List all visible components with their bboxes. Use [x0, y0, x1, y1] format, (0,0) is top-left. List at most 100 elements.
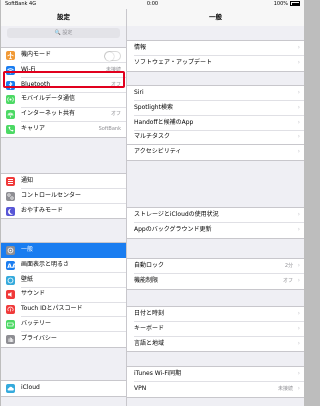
sidebar-item-label: モバイルデータ通信: [21, 95, 76, 103]
chevron-right-icon: ›: [297, 58, 300, 66]
sidebar-item[interactable]: 壁紙: [1, 273, 126, 288]
sidebar-group: iCloud: [1, 380, 126, 397]
notifications-icon: [6, 177, 15, 186]
battery-icon: [6, 319, 15, 329]
sidebar-item[interactable]: プライバシー: [1, 332, 126, 347]
sidebar-item[interactable]: コントロールセンター: [1, 189, 126, 204]
settings-row[interactable]: ストレージとiCloudの使用状況 ›: [127, 208, 304, 223]
chevron-right-icon: ›: [297, 118, 300, 126]
chevron-right-icon: ›: [297, 103, 300, 111]
settings-row-label: iTunes Wi-Fi同期: [134, 370, 182, 377]
sidebar-item[interactable]: iCloud: [1, 381, 126, 396]
settings-group: iTunes Wi-Fi同期 › VPN 未接続 ›: [127, 366, 304, 398]
cellular-icon: [6, 95, 15, 105]
hand-icon: [6, 334, 15, 344]
settings-row[interactable]: キーボード ›: [127, 322, 304, 337]
sidebar-item-label: バッテリー: [21, 319, 52, 327]
screen: SoftBank 4G 0:00 100% 設定 🔍 設定 機内モード Wi-Fi…: [1, 0, 304, 406]
sidebar-item[interactable]: おやすみモード: [1, 204, 126, 219]
sidebar-item[interactable]: 機内モード: [1, 48, 126, 63]
settings-row[interactable]: 自動ロック 2分 ›: [127, 259, 304, 274]
settings-row-label: 言語と地域: [134, 339, 165, 347]
ipad-frame: SoftBank 4G 0:00 100% 設定 🔍 設定 機内モード Wi-Fi…: [0, 0, 305, 406]
sidebar-item[interactable]: モバイルデータ通信: [1, 92, 126, 108]
settings-row-label: VPN: [134, 384, 147, 392]
gear-icon: [6, 246, 15, 255]
chevron-right-icon: ›: [297, 339, 300, 347]
settings-row[interactable]: Spotlight検索 ›: [127, 101, 304, 116]
chevron-right-icon: ›: [297, 276, 300, 284]
sound-icon: [6, 290, 15, 300]
sidebar-item[interactable]: 一般: [1, 243, 126, 258]
settings-row-label: Handoffと候補のApp: [134, 118, 194, 126]
chevron-right-icon: ›: [297, 148, 300, 155]
settings-row[interactable]: マルチタスク ›: [127, 130, 304, 145]
general-detail-pane: 一般 情報 › ソフトウェア・アップデート › Siri › Spotlight検索 › Han…: [127, 9, 304, 406]
settings-row-label: ソフトウェア・アップデート: [134, 58, 213, 66]
settings-row[interactable]: 情報 ›: [127, 41, 304, 56]
phone-icon: [6, 124, 15, 134]
settings-row[interactable]: Appのバックグラウンド更新 ›: [127, 223, 304, 238]
settings-row[interactable]: ソフトウェア・アップデート ›: [127, 56, 304, 71]
settings-row[interactable]: 言語と地域 ›: [127, 337, 304, 352]
chevron-right-icon: ›: [297, 89, 300, 96]
sidebar-item[interactable]: インターネット共有 オフ: [1, 107, 126, 122]
sidebar-item[interactable]: AA 画面表示と明るさ: [1, 258, 126, 273]
settings-row[interactable]: 日付と時刻 ›: [127, 307, 304, 322]
sidebar-item-label: 壁紙: [21, 275, 34, 283]
sidebar-item[interactable]: キャリア SoftBank: [1, 122, 126, 137]
sidebar-item-label: Touch IDとパスコード: [21, 305, 83, 313]
chevron-right-icon: ›: [297, 133, 300, 141]
chevron-right-icon: ›: [297, 262, 300, 269]
brightness-icon: AA: [6, 260, 15, 270]
settings-row-label: Spotlight検索: [134, 103, 173, 111]
airplane-mode-toggle[interactable]: [104, 50, 121, 61]
settings-row-label: キーボード: [134, 324, 165, 332]
sidebar-item[interactable]: サウンド: [1, 287, 126, 303]
settings-row-label: 情報: [134, 44, 147, 51]
search-field[interactable]: 🔍 設定: [7, 28, 120, 38]
sidebar-item[interactable]: バッテリー: [1, 317, 126, 332]
wallpaper-icon: [6, 275, 15, 285]
chevron-right-icon: ›: [297, 44, 300, 51]
sidebar-item[interactable]: Touch IDとパスコード: [1, 302, 126, 317]
settings-row-label: 機能制限: [134, 276, 159, 284]
sidebar-group: 一般 AA 画面表示と明るさ壁紙サウンド Touch IDとパスコードバッテリープライ…: [1, 242, 126, 348]
chevron-right-icon: ›: [297, 384, 300, 392]
moon-icon: [6, 206, 15, 216]
settings-group: アクセシビリティ ›: [127, 144, 304, 161]
sidebar-group: 機内モード Wi-Fi 未接続 Bluetooth オフ モバイルデータ通信 インターネット…: [1, 47, 126, 138]
settings-group: 日付と時刻 › キーボード › 言語と地域 ›: [127, 306, 304, 353]
sidebar-title: 設定: [1, 9, 126, 26]
settings-row-label: Appのバックグラウンド更新: [134, 225, 212, 233]
settings-group: 自動ロック 2分 › 機能制限 オフ ›: [127, 258, 304, 290]
settings-row-label: アクセシビリティ: [134, 148, 182, 155]
sidebar-group: 通知コントロールセンターおやすみモード: [1, 173, 126, 220]
sidebar-item-value: SoftBank: [98, 125, 121, 132]
sidebar-item-label: キャリア: [21, 124, 46, 132]
settings-row[interactable]: 機能制限 オフ ›: [127, 274, 304, 289]
sidebar-item-label: 機内モード: [21, 51, 52, 58]
settings-row-value: 未接続: [277, 385, 293, 392]
control-center-icon: [6, 191, 15, 201]
chevron-right-icon: ›: [297, 211, 300, 218]
settings-row[interactable]: Siri ›: [127, 86, 304, 101]
chevron-right-icon: ›: [297, 370, 300, 377]
hotspot-icon: [6, 110, 15, 120]
settings-row-label: 日付と時刻: [134, 310, 165, 317]
sidebar-item[interactable]: 通知: [1, 174, 126, 189]
sidebar-item-label: コントロールセンター: [21, 191, 82, 199]
settings-row[interactable]: アクセシビリティ ›: [127, 145, 304, 160]
settings-row[interactable]: VPN 未接続 ›: [127, 382, 304, 397]
settings-row-label: ストレージとiCloudの使用状況: [134, 211, 219, 218]
battery-status: 100%: [274, 1, 300, 7]
settings-sidebar: 設定 🔍 設定 機内モード Wi-Fi 未接続 Bluetooth オフ モバイルデータ通…: [1, 9, 127, 406]
settings-row[interactable]: Handoffと候補のApp ›: [127, 116, 304, 131]
sidebar-item-label: インターネット共有: [21, 110, 76, 118]
wifi-highlight-box: [3, 71, 125, 88]
settings-group: Siri › Spotlight検索 › Handoffと候補のApp › マルチタスク ›: [127, 85, 304, 147]
settings-row[interactable]: iTunes Wi-Fi同期 ›: [127, 367, 304, 382]
sidebar-item-label: 一般: [21, 246, 34, 253]
detail-title: 一般: [127, 9, 304, 26]
clock: 0:00: [146, 1, 159, 7]
